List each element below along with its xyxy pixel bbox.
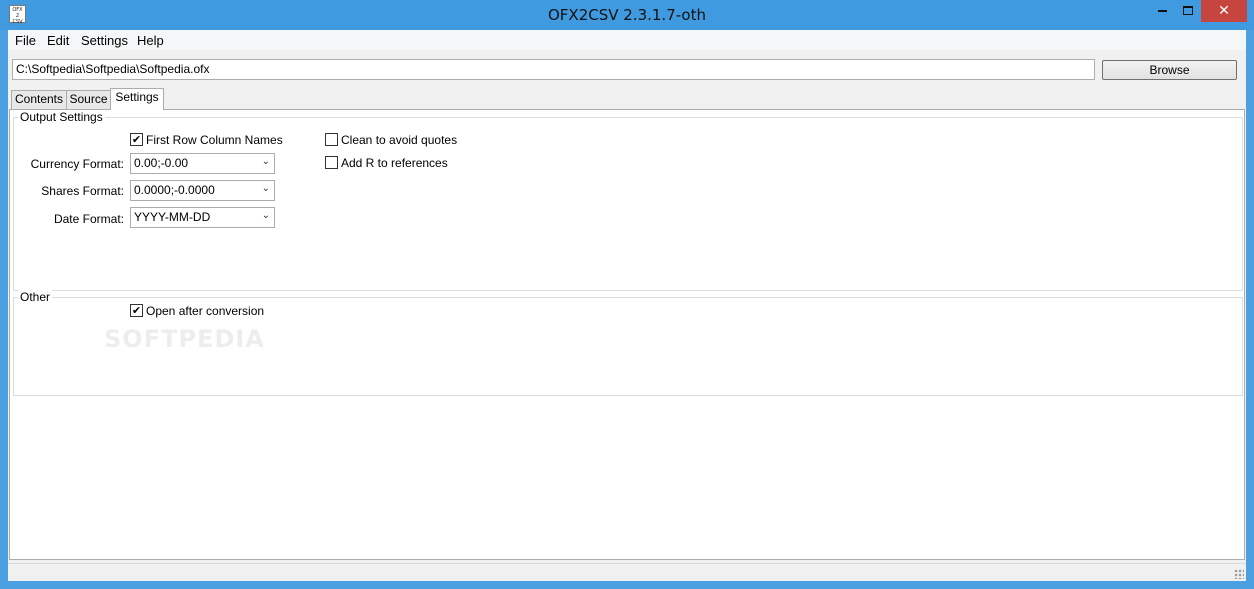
output-settings-title: Output Settings [18,110,105,124]
menu-edit[interactable]: Edit [47,33,69,48]
title-bar[interactable]: OFX 2 CSV OFX2CSV 2.3.1.7-oth ✕ [0,0,1254,30]
chevron-down-icon: ⌄ [261,183,270,194]
date-format-label: Date Format: [53,212,124,226]
open-after-conversion-label: Open after conversion [146,304,265,318]
check-icon: ✔ [131,304,142,317]
window-title: OFX2CSV 2.3.1.7-oth [547,6,706,24]
date-format-value: YYYY-MM-DD [134,210,211,224]
currency-format-value: 0.00;-0.00 [134,156,189,170]
minimize-button[interactable] [1149,0,1175,22]
shares-format-select[interactable]: 0.0000;-0.0000 ⌄ [130,180,275,201]
check-icon: ✔ [131,133,142,146]
output-settings-group: Output Settings ✔ First Row Column Names… [13,110,1243,291]
menu-bar: File Edit Settings Help [8,30,1246,50]
first-row-column-names-label: First Row Column Names [146,133,283,147]
currency-format-select[interactable]: 0.00;-0.00 ⌄ [130,153,275,174]
app-window: OFX 2 CSV OFX2CSV 2.3.1.7-oth ✕ File Edi… [0,0,1254,589]
menu-settings[interactable]: Settings [81,33,128,48]
clean-quotes-checkbox[interactable] [325,133,338,146]
tab-contents[interactable]: Contents [11,90,67,109]
add-r-references-checkbox[interactable] [325,156,338,169]
currency-format-label: Currency Format: [30,157,124,171]
other-title: Other [18,290,53,304]
browse-button[interactable]: Browse [1102,60,1237,80]
close-button[interactable]: ✕ [1201,0,1247,22]
settings-tab-page: Output Settings ✔ First Row Column Names… [9,109,1245,560]
chevron-down-icon: ⌄ [261,156,270,167]
resize-grip-icon[interactable] [1234,569,1244,579]
clean-quotes-label: Clean to avoid quotes [341,133,458,147]
add-r-references-label: Add R to references [341,156,448,170]
menu-help[interactable]: Help [137,33,164,48]
shares-format-label: Shares Format: [41,184,124,198]
first-row-column-names-checkbox[interactable]: ✔ [130,133,143,146]
close-icon: ✕ [1218,3,1230,19]
tab-source[interactable]: Source [66,90,111,109]
minimize-icon [1157,9,1167,12]
tab-settings[interactable]: Settings [110,88,164,110]
shares-format-value: 0.0000;-0.0000 [134,183,215,197]
maximize-button[interactable] [1175,0,1201,22]
date-format-select[interactable]: YYYY-MM-DD ⌄ [130,207,275,228]
menu-file[interactable]: File [15,33,36,48]
status-bar [8,563,1246,581]
maximize-icon [1183,6,1193,15]
chevron-down-icon: ⌄ [261,210,270,221]
client-area: File Edit Settings Help C:\Softpedia\Sof… [8,30,1246,581]
open-after-conversion-checkbox[interactable]: ✔ [130,304,143,317]
file-path-input[interactable]: C:\Softpedia\Softpedia\Softpedia.ofx [12,59,1095,80]
softpedia-watermark: SOFTPEDIA [104,325,265,353]
